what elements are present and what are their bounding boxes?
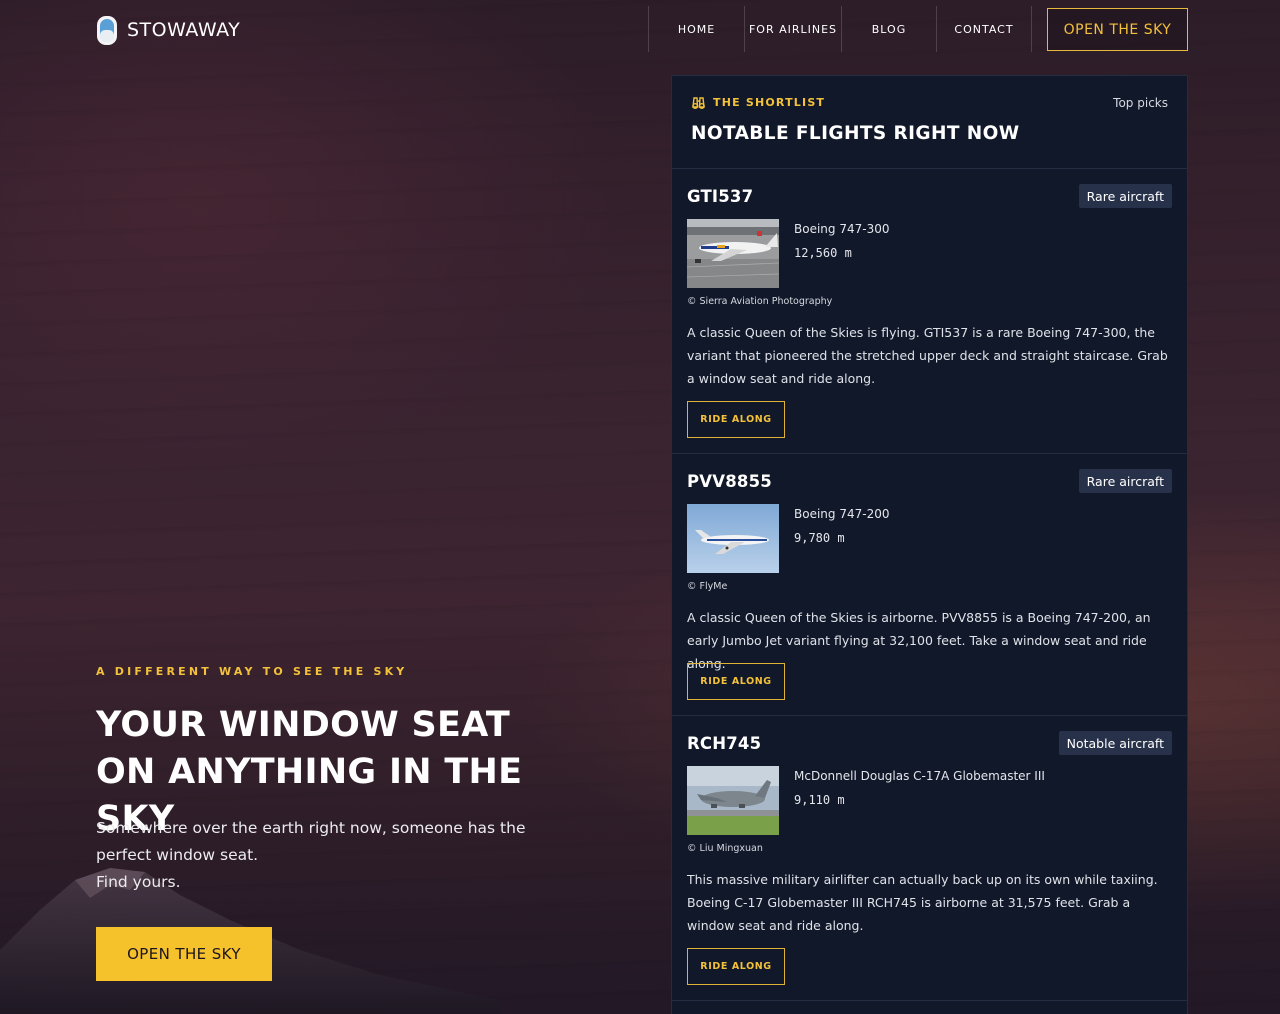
flight-id: RCH745 (687, 734, 762, 753)
flight-description: A classic Queen of the Skies is flying. … (687, 325, 1168, 386)
rarity-badge: Rare aircraft (1078, 184, 1172, 208)
aircraft-type: Boeing 747-300 (794, 222, 890, 236)
aircraft-photo (687, 219, 779, 288)
brand-logo[interactable]: STOWAWAY (96, 14, 240, 46)
flight-card: RCH745 Notable aircraft McDonnell Dougla… (672, 716, 1187, 1001)
main-nav: HOME FOR AIRLINES BLOG CONTACT (648, 6, 1032, 52)
hero-subtitle-line2: Find yours. (96, 873, 181, 891)
shortlist-eyebrow: THE SHORTLIST (691, 95, 825, 109)
hero-subtitle: Somewhere over the earth right now, some… (96, 815, 536, 896)
ride-along-button[interactable]: RIDE ALONG (687, 663, 785, 700)
shortlist-eyebrow-label: THE SHORTLIST (713, 95, 826, 109)
top-picks-label: Top picks (1113, 96, 1168, 110)
flight-id: PVV8855 (687, 472, 772, 491)
altitude: 9,780 m (794, 531, 845, 545)
nav-contact[interactable]: CONTACT (936, 6, 1032, 52)
brand-name: STOWAWAY (127, 19, 241, 41)
aircraft-type: Boeing 747-200 (794, 507, 890, 521)
flight-card: GTI537 Rare aircraft Boeing 747-300 12,5… (672, 169, 1187, 454)
binoculars-icon (692, 97, 705, 109)
window-seat-icon (97, 15, 117, 45)
rarity-badge: Rare aircraft (1078, 469, 1172, 493)
altitude: 12,560 m (794, 246, 852, 260)
shortlist-panel: THE SHORTLIST NOTABLE FLIGHTS RIGHT NOW … (671, 75, 1188, 1014)
aircraft-type: McDonnell Douglas C-17A Globemaster III (794, 769, 1045, 783)
photo-credit: © Liu Mingxuan (687, 843, 763, 854)
flight-id: GTI537 (687, 187, 754, 206)
open-the-sky-nav-button[interactable]: OPEN THE SKY (1047, 8, 1188, 51)
hero-subtitle-line1: Somewhere over the earth right now, some… (96, 819, 526, 864)
altitude: 9,110 m (794, 793, 845, 807)
nav-blog[interactable]: BLOG (841, 6, 936, 52)
nav-for-airlines[interactable]: FOR AIRLINES (744, 6, 841, 52)
hero-eyebrow: A DIFFERENT WAY TO SEE THE SKY (96, 665, 408, 678)
flight-description: This massive military airlifter can actu… (687, 872, 1158, 933)
open-the-sky-hero-button[interactable]: OPEN THE SKY (96, 927, 272, 981)
shortlist-title: NOTABLE FLIGHTS RIGHT NOW (691, 123, 1020, 144)
shortlist-header: THE SHORTLIST NOTABLE FLIGHTS RIGHT NOW … (672, 76, 1187, 169)
ride-along-button[interactable]: RIDE ALONG (687, 401, 785, 438)
aircraft-photo (687, 766, 779, 835)
ride-along-button[interactable]: RIDE ALONG (687, 948, 785, 985)
nav-home[interactable]: HOME (648, 6, 744, 52)
flight-card: PVV8855 Rare aircraft Boeing 747-200 9,7… (672, 454, 1187, 716)
aircraft-photo (687, 504, 779, 573)
rarity-badge: Notable aircraft (1058, 731, 1172, 755)
photo-credit: © FlyMe (687, 581, 728, 592)
photo-credit: © Sierra Aviation Photography (687, 296, 833, 307)
